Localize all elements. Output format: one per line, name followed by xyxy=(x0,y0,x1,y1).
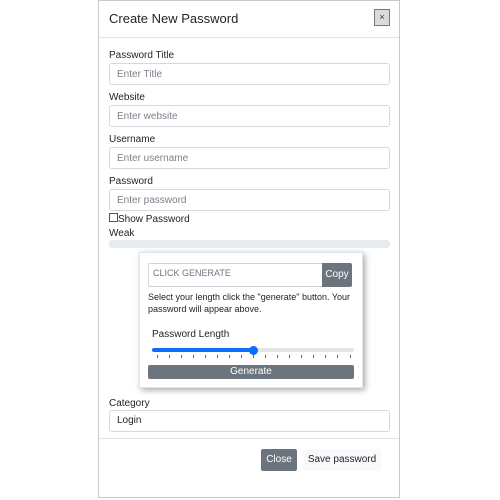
slider-tick xyxy=(289,355,291,358)
password-label: Password xyxy=(109,176,153,187)
show-password-label: Show Password xyxy=(118,214,190,225)
slider-tick xyxy=(337,355,339,358)
save-password-button[interactable]: Save password xyxy=(303,449,381,471)
slider-tick xyxy=(168,355,170,358)
generator-help-text: Select your length click the "generate" … xyxy=(148,292,351,314)
modal-header: Create New Password × xyxy=(99,1,399,38)
slider-tick xyxy=(240,355,242,358)
password-length-slider[interactable] xyxy=(152,344,354,358)
modal-title: Create New Password xyxy=(109,11,239,26)
generated-password-output[interactable]: CLICK GENERATE xyxy=(148,263,322,287)
category-label: Category xyxy=(109,398,150,409)
slider-fill xyxy=(152,348,253,352)
close-icon[interactable]: × xyxy=(374,9,390,26)
slider-tick xyxy=(325,355,327,358)
password-title-label: Password Title xyxy=(109,50,175,61)
modal-footer xyxy=(99,438,399,439)
close-button[interactable]: Close xyxy=(261,449,297,471)
username-input[interactable] xyxy=(109,147,390,169)
create-password-modal: Create New Password × Password Title Web… xyxy=(98,0,400,498)
password-title-input[interactable] xyxy=(109,63,390,85)
slider-tick xyxy=(192,355,194,358)
slider-tick xyxy=(277,355,279,358)
slider-tick xyxy=(301,355,303,358)
slider-tick xyxy=(228,355,230,358)
strength-bar xyxy=(109,240,390,248)
slider-tick xyxy=(156,355,158,358)
strength-label: Weak xyxy=(109,228,135,239)
slider-tick xyxy=(180,355,182,358)
password-length-label: Password Length xyxy=(152,329,230,340)
slider-tick xyxy=(204,355,206,358)
generate-button[interactable]: Generate xyxy=(148,365,354,379)
slider-tick xyxy=(349,355,351,358)
website-label: Website xyxy=(109,92,145,103)
website-input[interactable] xyxy=(109,105,390,127)
show-password-row[interactable]: Show Password xyxy=(109,213,190,225)
show-password-checkbox[interactable] xyxy=(109,213,118,222)
slider-thumb[interactable] xyxy=(248,346,258,355)
slider-tick xyxy=(253,355,254,358)
password-generator-card: CLICK GENERATE Copy Select your length c… xyxy=(139,252,363,388)
password-input[interactable] xyxy=(109,189,390,211)
copy-button[interactable]: Copy xyxy=(322,263,352,287)
slider-tick xyxy=(313,355,315,358)
slider-tick xyxy=(265,355,267,358)
slider-tick xyxy=(216,355,218,358)
username-label: Username xyxy=(109,134,156,145)
category-select[interactable]: Login xyxy=(109,410,390,432)
